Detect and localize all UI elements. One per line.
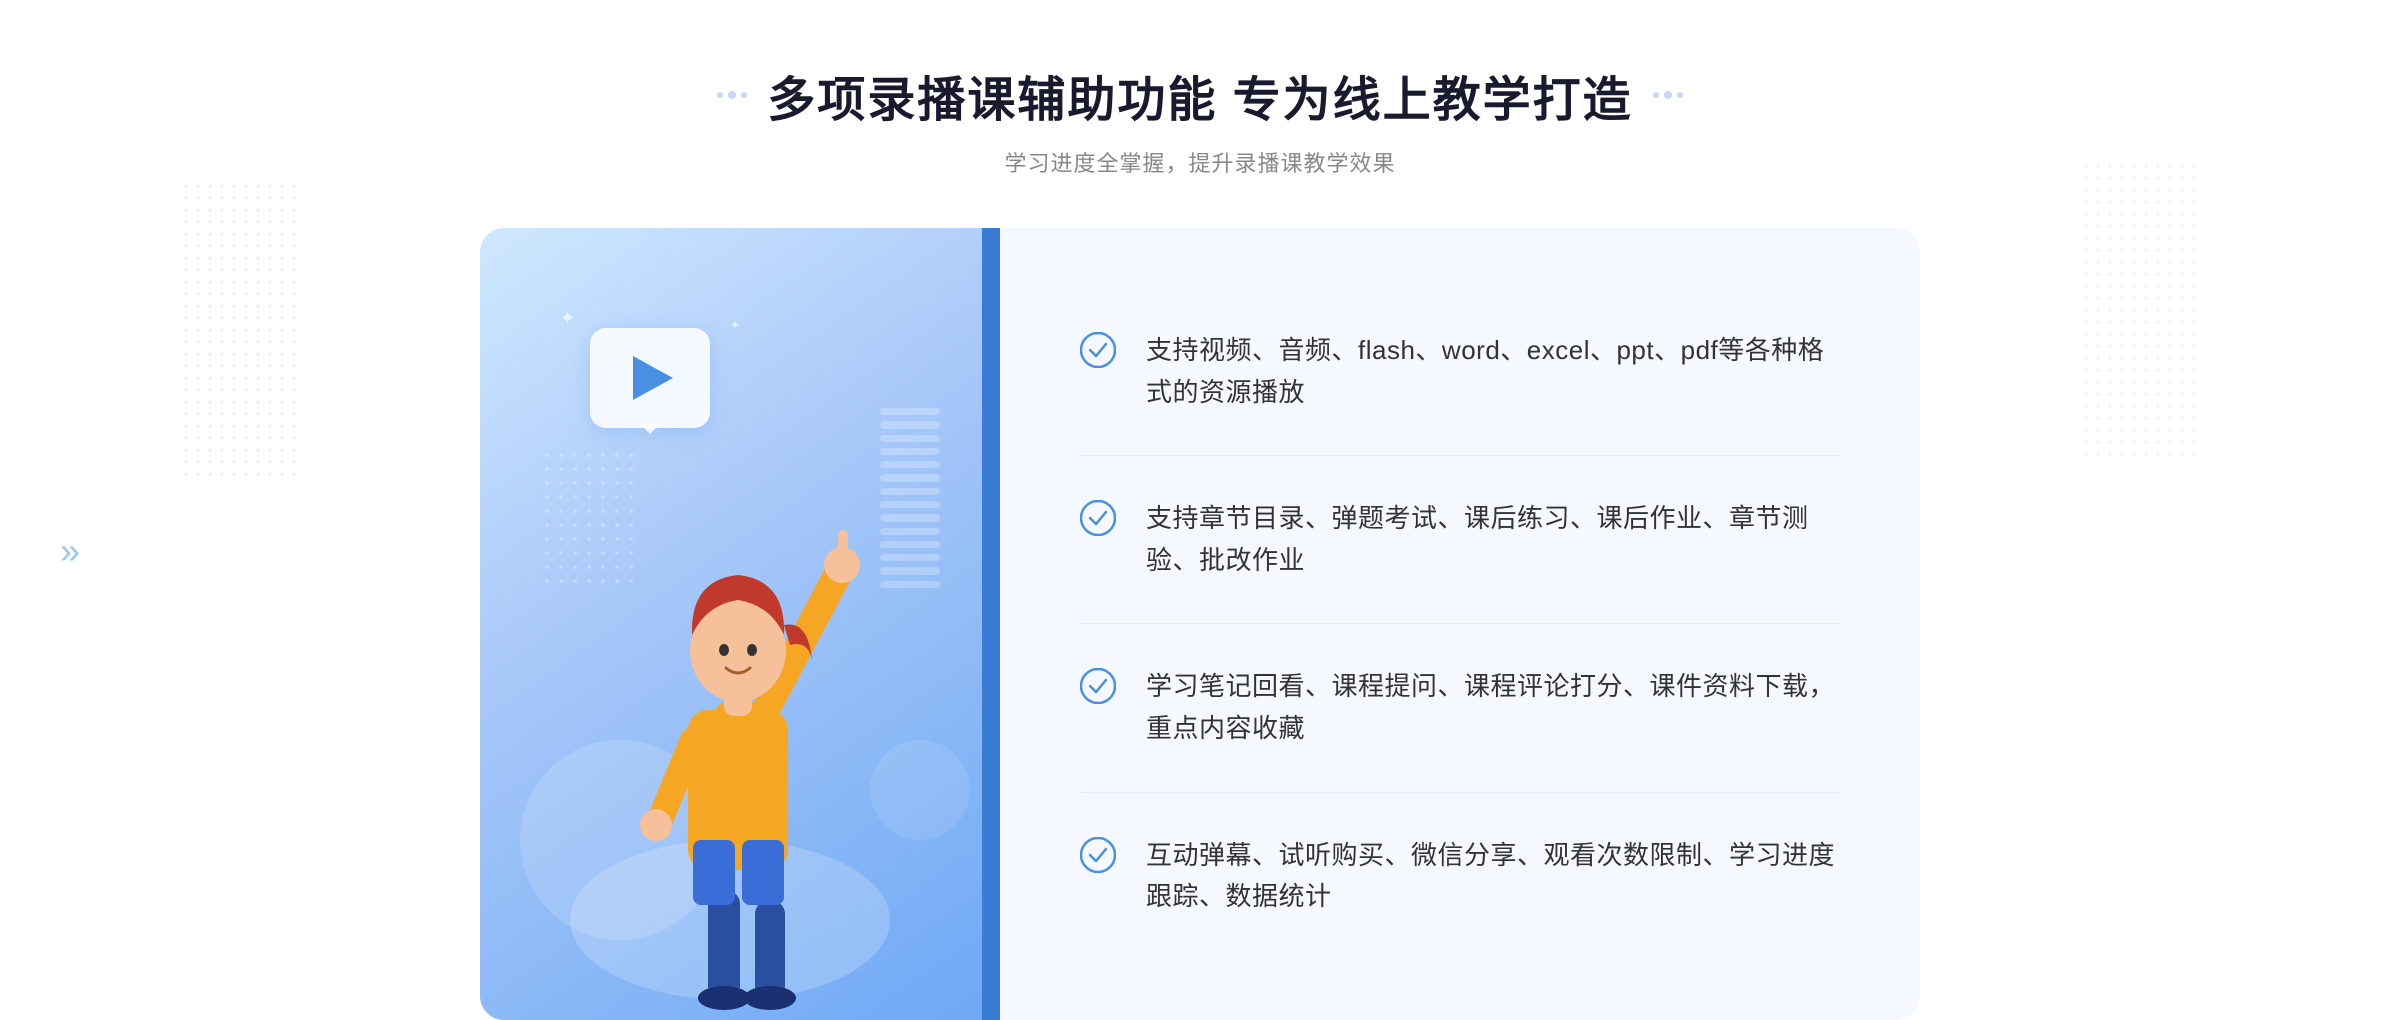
header-section: 多项录播课辅助功能 专为线上教学打造 学习进度全掌握，提升录播课教学效果 [717,60,1682,178]
dot-4 [1653,92,1659,98]
star-decoration-2: ✦ [730,318,740,332]
page-wrapper: » 多项录播课辅助功能 专为线上教学打造 学习进度全掌握，提升录播课教学效果 [0,0,2400,974]
check-icon-4 [1080,837,1116,873]
person-illustration [560,440,900,1020]
dot-6 [1677,92,1683,98]
dot-5 [1664,91,1672,99]
check-icon-2 [1080,500,1116,536]
feature-text-1: 支持视频、音频、flash、word、excel、ppt、pdf等各种格式的资源… [1146,330,1840,413]
features-panel: 支持视频、音频、flash、word、excel、ppt、pdf等各种格式的资源… [1000,228,1920,1020]
decorator-dots-right [1653,91,1683,99]
header-decorators: 多项录播课辅助功能 专为线上教学打造 [717,60,1682,130]
dot-3 [741,92,747,98]
play-icon [633,356,673,400]
main-title: 多项录播课辅助功能 专为线上教学打造 [767,60,1632,130]
feature-text-3: 学习笔记回看、课程提问、课程评论打分、课件资料下载，重点内容收藏 [1146,666,1840,749]
feature-item-2: 支持章节目录、弹题考试、课后练习、课后作业、章节测验、批改作业 [1080,456,1840,624]
feature-item-1: 支持视频、音频、flash、word、excel、ppt、pdf等各种格式的资源… [1080,288,1840,456]
star-decoration-1: ✦ [560,308,575,329]
check-icon-3 [1080,668,1116,704]
dots-decoration-left [180,180,300,480]
play-bubble [590,328,710,428]
decorator-dots-left [717,91,747,99]
illustration-panel: ✦ ✦ [480,228,1000,1020]
subtitle: 学习进度全掌握，提升录播课教学效果 [717,146,1682,178]
dot-1 [717,92,723,98]
dots-decoration-right [2080,160,2200,460]
dot-2 [728,91,736,99]
feature-text-4: 互动弹幕、试听购买、微信分享、观看次数限制、学习进度跟踪、数据统计 [1146,835,1840,918]
feature-item-4: 互动弹幕、试听购买、微信分享、观看次数限制、学习进度跟踪、数据统计 [1080,793,1840,960]
arrow-decoration-left: » [60,530,80,572]
check-icon-1 [1080,332,1116,368]
blue-bar-decoration [982,228,1000,1020]
feature-text-2: 支持章节目录、弹题考试、课后练习、课后作业、章节测验、批改作业 [1146,498,1840,581]
content-area: ✦ ✦ [480,228,1920,1020]
feature-item-3: 学习笔记回看、课程提问、课程评论打分、课件资料下载，重点内容收藏 [1080,624,1840,792]
